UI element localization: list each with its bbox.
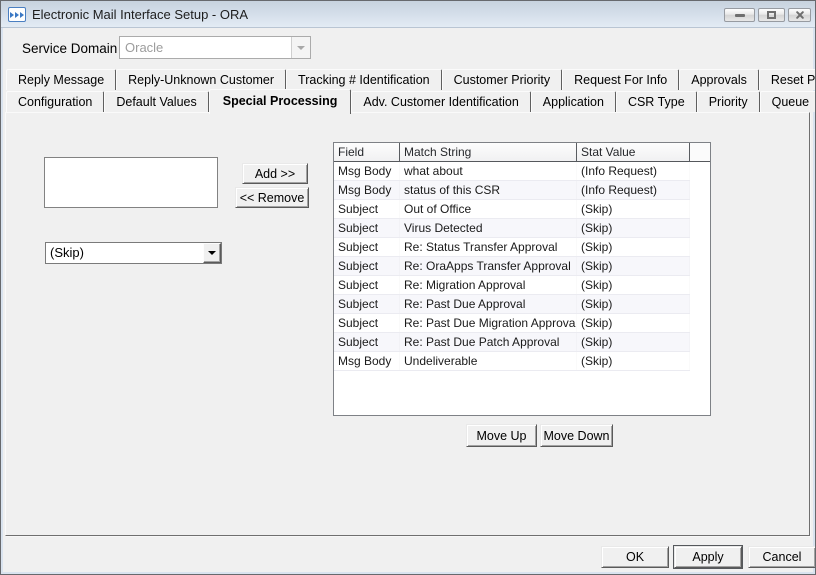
tab-row-2: ConfigurationDefault ValuesSpecial Proce… (6, 91, 816, 114)
table-row[interactable]: Msg Bodystatus of this CSR(Info Request) (334, 181, 690, 200)
tab-csr-type[interactable]: CSR Type (616, 91, 697, 112)
tab-row-1: Reply MessageReply-Unknown CustomerTrack… (6, 69, 816, 90)
table-row[interactable]: SubjectRe: Status Transfer Approval(Skip… (334, 238, 690, 257)
minimize-button[interactable] (724, 8, 755, 22)
cell-stat-value: (Skip) (577, 200, 690, 218)
cell-match-string: Re: Past Due Migration Approval (400, 314, 577, 332)
cell-match-string: Re: Status Transfer Approval (400, 238, 577, 256)
tab-customer-priority[interactable]: Customer Priority (442, 69, 563, 90)
cell-stat-value: (Info Request) (577, 181, 690, 199)
special-processing-dropdown[interactable]: (Skip) (45, 242, 222, 264)
special-processing-value: (Skip) (46, 243, 203, 263)
close-button[interactable] (788, 8, 811, 22)
cell-field: Subject (334, 257, 400, 275)
triple-arrow-icon (8, 7, 26, 22)
tab-reset-password[interactable]: Reset Password (759, 69, 816, 90)
service-domain-value: Oracle (120, 37, 291, 58)
column-header-field[interactable]: Field (334, 143, 400, 161)
cell-stat-value: (Info Request) (577, 162, 690, 180)
list-body: Msg Bodywhat about(Info Request)Msg Body… (334, 162, 690, 371)
list-header: FieldMatch StringStat Value (334, 143, 710, 162)
chevron-down-icon (208, 251, 216, 255)
tab-reply-unknown-customer[interactable]: Reply-Unknown Customer (116, 69, 286, 90)
tab-queue[interactable]: Queue (760, 91, 816, 112)
tab-adv-customer-identification[interactable]: Adv. Customer Identification (351, 91, 530, 112)
cell-match-string: Re: Migration Approval (400, 276, 577, 294)
table-row[interactable]: SubjectRe: Past Due Approval(Skip) (334, 295, 690, 314)
service-domain-dropdown-button (291, 37, 310, 58)
remove-button[interactable]: << Remove (235, 187, 309, 208)
cell-field: Msg Body (334, 352, 400, 370)
table-row[interactable]: SubjectOut of Office(Skip) (334, 200, 690, 219)
table-row[interactable]: SubjectVirus Detected(Skip) (334, 219, 690, 238)
ok-button[interactable]: OK (601, 546, 669, 568)
chevron-down-icon (297, 46, 305, 50)
cell-match-string: status of this CSR (400, 181, 577, 199)
table-row[interactable]: SubjectRe: Past Due Patch Approval(Skip) (334, 333, 690, 352)
match-string-input[interactable] (44, 157, 218, 208)
table-row[interactable]: Msg Bodywhat about(Info Request) (334, 162, 690, 181)
cell-match-string: Out of Office (400, 200, 577, 218)
cell-field: Subject (334, 333, 400, 351)
table-row[interactable]: Msg BodyUndeliverable(Skip) (334, 352, 690, 371)
cell-match-string: Virus Detected (400, 219, 577, 237)
maximize-button[interactable] (758, 8, 785, 22)
minimize-icon (735, 14, 745, 17)
table-row[interactable]: SubjectRe: Migration Approval(Skip) (334, 276, 690, 295)
cell-stat-value: (Skip) (577, 257, 690, 275)
cell-field: Msg Body (334, 162, 400, 180)
cell-stat-value: (Skip) (577, 238, 690, 256)
column-header-match-string[interactable]: Match String (400, 143, 577, 161)
move-down-button[interactable]: Move Down (540, 424, 613, 447)
cell-match-string: Re: OraApps Transfer Approval (400, 257, 577, 275)
cell-match-string: what about (400, 162, 577, 180)
tab-approvals[interactable]: Approvals (679, 69, 759, 90)
tab-reply-message[interactable]: Reply Message (6, 69, 116, 90)
tab-default-values[interactable]: Default Values (104, 91, 208, 112)
match-string-list[interactable]: FieldMatch StringStat Value Msg Bodywhat… (333, 142, 711, 416)
titlebar[interactable]: Electronic Mail Interface Setup - ORA (1, 1, 815, 28)
column-header-stat-value[interactable]: Stat Value (577, 143, 690, 161)
service-domain-dropdown: Oracle (119, 36, 311, 59)
cell-field: Subject (334, 314, 400, 332)
dialog-window: Electronic Mail Interface Setup - ORA Se… (0, 0, 816, 575)
cell-stat-value: (Skip) (577, 314, 690, 332)
service-domain-label: Service Domain (22, 41, 117, 56)
cell-field: Subject (334, 219, 400, 237)
cell-match-string: Re: Past Due Approval (400, 295, 577, 313)
cell-stat-value: (Skip) (577, 352, 690, 370)
cancel-button[interactable]: Cancel (748, 546, 816, 568)
cell-stat-value: (Skip) (577, 276, 690, 294)
move-up-button[interactable]: Move Up (466, 424, 537, 447)
apply-button[interactable]: Apply (674, 546, 742, 568)
cell-stat-value: (Skip) (577, 295, 690, 313)
cell-match-string: Re: Past Due Patch Approval (400, 333, 577, 351)
cell-field: Subject (334, 276, 400, 294)
column-header-filler (690, 143, 710, 161)
tab-configuration[interactable]: Configuration (6, 91, 104, 112)
cell-field: Subject (334, 295, 400, 313)
cell-stat-value: (Skip) (577, 219, 690, 237)
add-button[interactable]: Add >> (242, 163, 308, 184)
cell-field: Subject (334, 238, 400, 256)
tab-request-for-info[interactable]: Request For Info (562, 69, 679, 90)
window-title: Electronic Mail Interface Setup - ORA (32, 1, 248, 28)
table-row[interactable]: SubjectRe: Past Due Migration Approval(S… (334, 314, 690, 333)
special-processing-dropdown-button[interactable] (203, 243, 221, 263)
maximize-icon (767, 11, 776, 19)
close-icon (795, 10, 805, 20)
cell-field: Msg Body (334, 181, 400, 199)
cell-match-string: Undeliverable (400, 352, 577, 370)
tab-priority[interactable]: Priority (697, 91, 760, 112)
tab-special-processing[interactable]: Special Processing (209, 89, 352, 114)
cell-field: Subject (334, 200, 400, 218)
tab-tracking-identification[interactable]: Tracking # Identification (286, 69, 442, 90)
cell-stat-value: (Skip) (577, 333, 690, 351)
table-row[interactable]: SubjectRe: OraApps Transfer Approval(Ski… (334, 257, 690, 276)
tab-application[interactable]: Application (531, 91, 616, 112)
